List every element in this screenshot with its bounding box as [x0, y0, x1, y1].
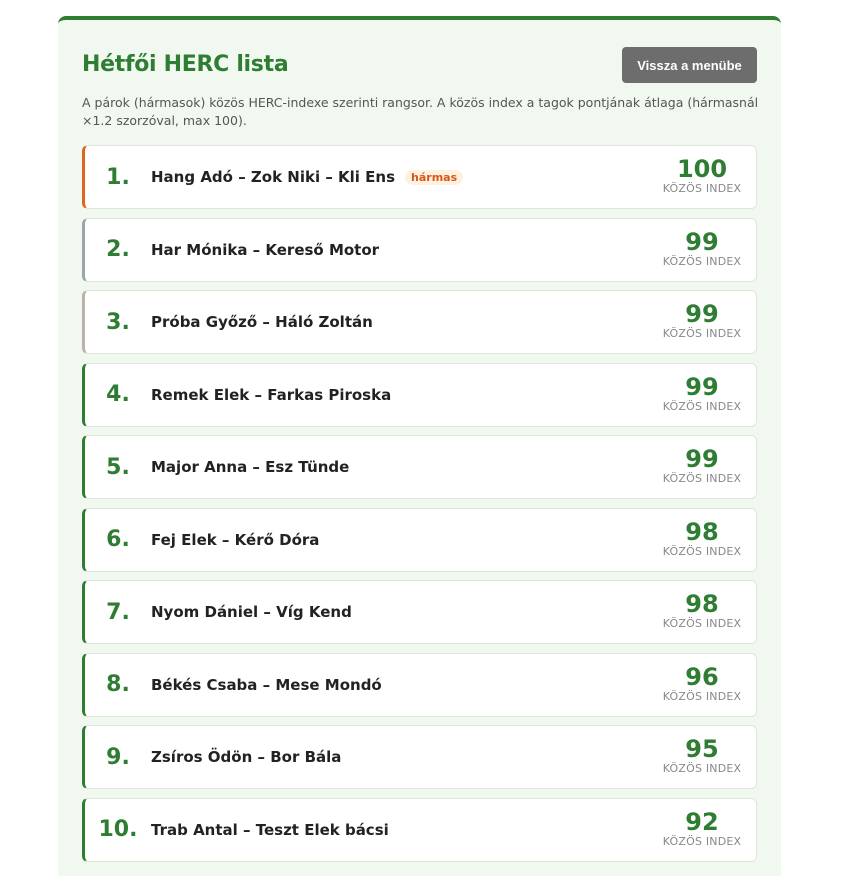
- ranking-row-2[interactable]: 2. Har Mónika – Kereső Motor 99 KÖZÖS IN…: [82, 217, 757, 282]
- ranking-row-1[interactable]: 1. Hang Adó – Zok Niki – Kli Ens hármas …: [82, 145, 757, 209]
- member-names: Trab Antal – Teszt Elek bácsi: [151, 799, 389, 861]
- member-names-text: Hang Adó – Zok Niki – Kli Ens: [151, 168, 396, 186]
- score-value: 99: [685, 372, 719, 401]
- score-block: 99 KÖZÖS INDEX: [662, 446, 742, 485]
- description-text: A párok (hármasok) közös HERC-indexe sze…: [82, 95, 759, 128]
- rank-number: 7.: [106, 599, 130, 625]
- rank-number: 9.: [106, 744, 130, 770]
- rank-number: 1.: [106, 164, 130, 190]
- score-label: KÖZÖS INDEX: [662, 544, 742, 558]
- score-label: KÖZÖS INDEX: [662, 182, 742, 195]
- rank-number: 4.: [106, 382, 130, 407]
- score-block: 92 KÖZÖS INDEX: [662, 809, 742, 848]
- score-block: 98 KÖZÖS INDEX: [662, 591, 742, 630]
- member-names: Zsíros Ödön – Bor Bála: [151, 726, 341, 788]
- member-names: Próba Győző – Háló Zoltán: [151, 291, 373, 353]
- score-value: 98: [685, 590, 719, 618]
- score-value: 99: [685, 300, 719, 328]
- ranking-row-7[interactable]: 7. Nyom Dániel – Víg Kend 98 KÖZÖS INDEX: [82, 580, 757, 644]
- score-block: 99 KÖZÖS INDEX: [662, 229, 742, 268]
- score-value: 98: [685, 517, 719, 546]
- member-names: Har Mónika – Kereső Motor: [151, 219, 379, 281]
- page-title: Hétfői HERC lista: [82, 52, 289, 77]
- ranking-row-10[interactable]: 10. Trab Antal – Teszt Elek bácsi 92 KÖZ…: [82, 797, 757, 862]
- rank-number: 5.: [106, 454, 130, 480]
- rank-number: 2.: [106, 237, 130, 262]
- member-names-text: Fej Elek – Kérő Dóra: [151, 530, 320, 549]
- back-to-menu-button[interactable]: Vissza a menübe: [622, 47, 757, 83]
- ranking-row-5[interactable]: 5. Major Anna – Esz Tünde 99 KÖZÖS INDEX: [82, 435, 757, 499]
- score-value: 99: [685, 445, 719, 473]
- triple-badge: hármas: [405, 169, 464, 185]
- ranking-row-6[interactable]: 6. Fej Elek – Kérő Dóra 98 KÖZÖS INDEX: [82, 507, 757, 572]
- score-block: 99 KÖZÖS INDEX: [662, 374, 742, 413]
- score-block: 100 KÖZÖS INDEX: [662, 156, 742, 195]
- member-names-text: Békés Csaba – Mese Mondó: [151, 675, 382, 694]
- member-names: Nyom Dániel – Víg Kend: [151, 581, 352, 643]
- herc-list-panel: Hétfői HERC lista Vissza a menübe A páro…: [58, 16, 781, 876]
- score-block: 95 KÖZÖS INDEX: [662, 736, 742, 775]
- score-value: 100: [676, 155, 728, 183]
- ranking-row-9[interactable]: 9. Zsíros Ödön – Bor Bála 95 KÖZÖS INDEX: [82, 725, 757, 789]
- score-label: KÖZÖS INDEX: [662, 399, 742, 413]
- score-value: 95: [685, 735, 719, 763]
- ranking-row-8[interactable]: 8. Békés Csaba – Mese Mondó 96 KÖZÖS IND…: [82, 652, 757, 717]
- score-value: 96: [685, 662, 719, 691]
- score-block: 96 KÖZÖS INDEX: [662, 664, 742, 703]
- rank-number: 3.: [106, 309, 130, 335]
- member-names: Békés Csaba – Mese Mondó: [151, 654, 382, 716]
- member-names-text: Major Anna – Esz Tünde: [151, 458, 350, 476]
- score-label: KÖZÖS INDEX: [662, 254, 742, 268]
- member-names: Major Anna – Esz Tünde: [151, 436, 349, 498]
- score-block: 99 KÖZÖS INDEX: [662, 301, 742, 340]
- member-names-text: Har Mónika – Kereső Motor: [151, 240, 380, 259]
- ranking-row-3[interactable]: 3. Próba Győző – Háló Zoltán 99 KÖZÖS IN…: [82, 290, 757, 354]
- member-names: Hang Adó – Zok Niki – Kli Ens hármas: [151, 146, 464, 208]
- score-label: KÖZÖS INDEX: [662, 834, 742, 848]
- score-block: 98 KÖZÖS INDEX: [662, 519, 742, 558]
- rank-number: 10.: [98, 817, 138, 842]
- member-names-text: Remek Elek – Farkas Piroska: [151, 385, 392, 404]
- member-names: Fej Elek – Kérő Dóra: [151, 509, 319, 571]
- score-label: KÖZÖS INDEX: [662, 472, 742, 485]
- member-names: Remek Elek – Farkas Piroska: [151, 364, 391, 426]
- member-names-text: Zsíros Ödön – Bor Bála: [151, 748, 342, 766]
- score-value: 99: [685, 227, 719, 256]
- rank-number: 8.: [106, 672, 130, 697]
- ranking-list: 1. Hang Adó – Zok Niki – Kli Ens hármas …: [82, 145, 757, 870]
- ranking-row-4[interactable]: 4. Remek Elek – Farkas Piroska 99 KÖZÖS …: [82, 362, 757, 427]
- score-label: KÖZÖS INDEX: [662, 762, 742, 775]
- score-value: 92: [685, 807, 719, 836]
- score-label: KÖZÖS INDEX: [662, 327, 742, 340]
- member-names-text: Trab Antal – Teszt Elek bácsi: [151, 820, 389, 839]
- member-names-text: Próba Győző – Háló Zoltán: [151, 313, 373, 331]
- rank-number: 6.: [106, 527, 130, 552]
- score-label: KÖZÖS INDEX: [662, 689, 742, 703]
- score-label: KÖZÖS INDEX: [662, 617, 742, 630]
- member-names-text: Nyom Dániel – Víg Kend: [151, 603, 352, 621]
